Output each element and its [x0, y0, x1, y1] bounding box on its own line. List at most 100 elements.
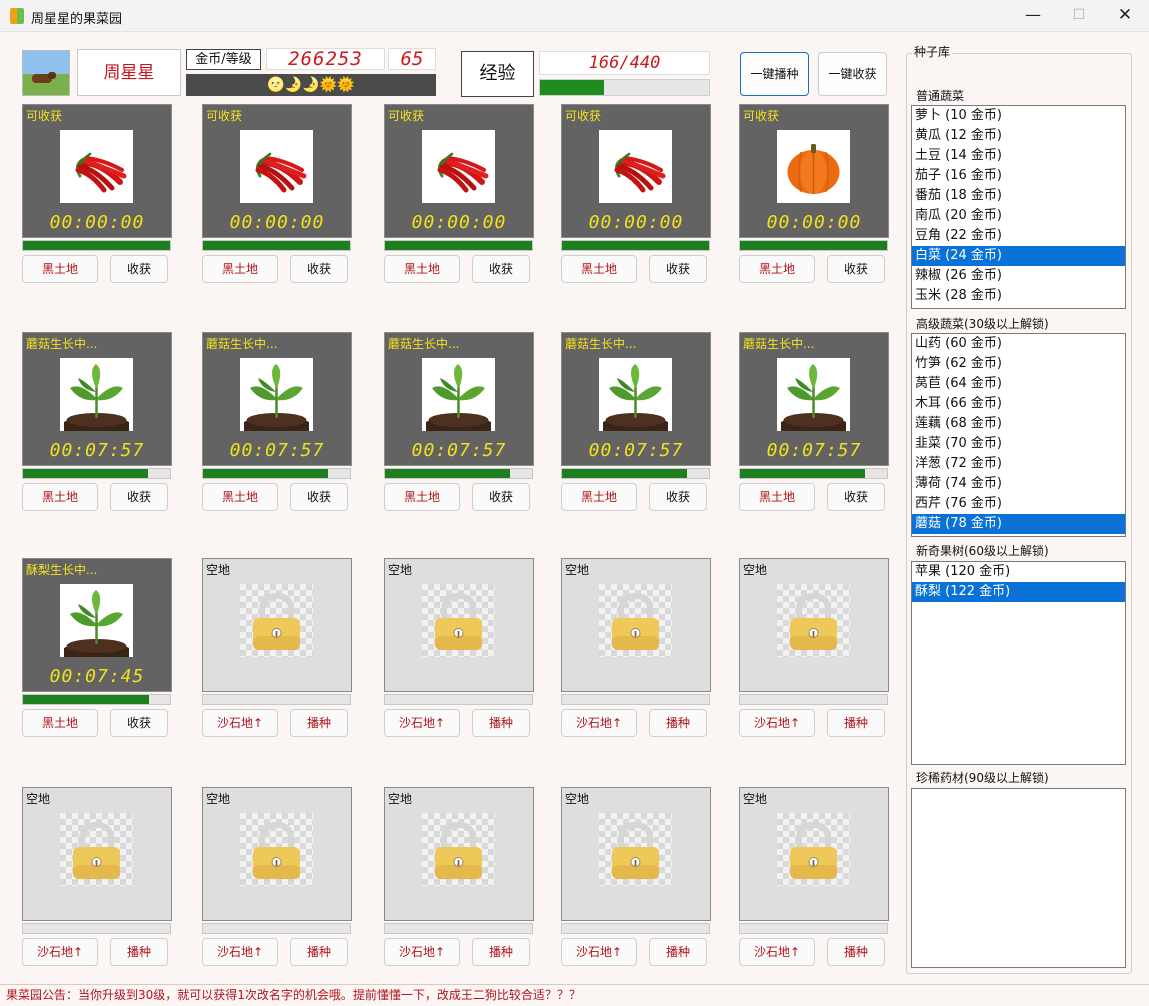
- soil-type-button[interactable]: 黑土地: [561, 255, 637, 283]
- farm-plot[interactable]: 空地: [561, 787, 711, 921]
- plant-button[interactable]: 播种: [110, 938, 168, 966]
- seed-item[interactable]: 南瓜 (20 金币): [912, 206, 1125, 226]
- farm-plot[interactable]: 可收获 00:00:00: [739, 104, 889, 238]
- plant-button[interactable]: 播种: [827, 938, 885, 966]
- soil-type-button[interactable]: 黑土地: [202, 255, 278, 283]
- plant-button[interactable]: 播种: [472, 938, 530, 966]
- plot-crop-image: [599, 130, 672, 203]
- farm-plot[interactable]: 蘑菇生长中... 00:07:57: [384, 332, 534, 466]
- harvest-button[interactable]: 收获: [290, 483, 348, 511]
- soil-type-button[interactable]: 沙石地↑: [739, 709, 815, 737]
- farm-plot[interactable]: 空地: [561, 558, 711, 692]
- soil-type-button[interactable]: 黑土地: [739, 483, 815, 511]
- plot-progress-bar: [739, 923, 888, 934]
- farm-plot[interactable]: 可收获 00:00:00: [384, 104, 534, 238]
- soil-type-button[interactable]: 沙石地↑: [202, 938, 278, 966]
- soil-type-button[interactable]: 黑土地: [22, 709, 98, 737]
- farm-plot[interactable]: 空地: [384, 558, 534, 692]
- soil-type-button[interactable]: 黑土地: [22, 483, 98, 511]
- harvest-button[interactable]: 收获: [290, 255, 348, 283]
- plant-button[interactable]: 播种: [290, 709, 348, 737]
- farm-plot[interactable]: 空地: [202, 558, 352, 692]
- harvest-button[interactable]: 收获: [649, 483, 707, 511]
- soil-type-button[interactable]: 沙石地↑: [561, 938, 637, 966]
- seed-item[interactable]: 玉米 (28 金币): [912, 286, 1125, 306]
- plant-button[interactable]: 播种: [649, 938, 707, 966]
- plot-status: 空地: [565, 563, 590, 577]
- harvest-button[interactable]: 收获: [472, 483, 530, 511]
- farm-plot[interactable]: 空地: [384, 787, 534, 921]
- soil-type-button[interactable]: 沙石地↑: [202, 709, 278, 737]
- seed-item[interactable]: 豆角 (22 金币): [912, 226, 1125, 246]
- plant-button[interactable]: 播种: [290, 938, 348, 966]
- seed-item[interactable]: 莲藕 (68 金币): [912, 414, 1125, 434]
- chili-image: [437, 152, 489, 193]
- harvest-button[interactable]: 收获: [110, 255, 168, 283]
- plot-progress-fill: [385, 241, 532, 250]
- harvest-button[interactable]: 收获: [827, 255, 885, 283]
- plot-timer: 00:07:57: [411, 440, 507, 461]
- seed-item[interactable]: 洋葱 (72 金币): [912, 454, 1125, 474]
- minimize-button[interactable]: —: [1010, 0, 1056, 32]
- plant-button[interactable]: 播种: [649, 709, 707, 737]
- soil-type-button[interactable]: 沙石地↑: [22, 938, 98, 966]
- seed-item[interactable]: 蘑菇 (78 金币): [912, 514, 1125, 534]
- lock-image: [435, 821, 482, 879]
- seed-item[interactable]: 酥梨 (122 金币): [912, 582, 1125, 602]
- seed-item[interactable]: 萝卜 (10 金币): [912, 106, 1125, 126]
- seed-item[interactable]: 木耳 (66 金币): [912, 394, 1125, 414]
- maximize-button[interactable]: ☐: [1056, 0, 1102, 32]
- soil-type-button[interactable]: 沙石地↑: [739, 938, 815, 966]
- soil-type-button[interactable]: 黑土地: [561, 483, 637, 511]
- seed-item[interactable]: 苹果 (120 金币): [912, 562, 1125, 582]
- soil-type-button[interactable]: 沙石地↑: [384, 709, 460, 737]
- seed-item[interactable]: 黄瓜 (12 金币): [912, 126, 1125, 146]
- harvest-all-button[interactable]: 一键收获: [818, 52, 887, 96]
- farm-plot[interactable]: 蘑菇生长中... 00:07:57: [739, 332, 889, 466]
- farm-plot[interactable]: 空地: [22, 787, 172, 921]
- plot-timer: 00:07:57: [229, 440, 325, 461]
- harvest-button[interactable]: 收获: [649, 255, 707, 283]
- harvest-button[interactable]: 收获: [827, 483, 885, 511]
- seed-item[interactable]: 白菜 (24 金币): [912, 246, 1125, 266]
- seed-item[interactable]: 竹笋 (62 金币): [912, 354, 1125, 374]
- harvest-button[interactable]: 收获: [110, 483, 168, 511]
- seed-list-advanced: 山药 (60 金币) 竹笋 (62 金币) 莴苣 (64 金币) 木耳 (66 金币)…: [911, 333, 1126, 537]
- soil-type-button[interactable]: 黑土地: [22, 255, 98, 283]
- farm-plot[interactable]: 蘑菇生长中... 00:07:57: [202, 332, 352, 466]
- seed-item[interactable]: 西芹 (76 金币): [912, 494, 1125, 514]
- soil-type-button[interactable]: 沙石地↑: [561, 709, 637, 737]
- soil-type-button[interactable]: 黑土地: [384, 483, 460, 511]
- plot-crop-image: [422, 813, 495, 886]
- harvest-button[interactable]: 收获: [110, 709, 168, 737]
- seed-item[interactable]: 辣椒 (26 金币): [912, 266, 1125, 286]
- seed-item[interactable]: 韭菜 (70 金币): [912, 434, 1125, 454]
- plot-progress-bar: [739, 240, 888, 251]
- farm-plot[interactable]: 空地: [739, 558, 889, 692]
- soil-type-button[interactable]: 黑土地: [384, 255, 460, 283]
- weather-strip: 🌝🌛🌛🌞🌞: [186, 74, 436, 96]
- plant-button[interactable]: 播种: [827, 709, 885, 737]
- seed-item[interactable]: 土豆 (14 金币): [912, 146, 1125, 166]
- seed-item[interactable]: 薄荷 (74 金币): [912, 474, 1125, 494]
- soil-type-button[interactable]: 黑土地: [202, 483, 278, 511]
- plant-all-button[interactable]: 一键播种: [740, 52, 809, 96]
- farm-plot[interactable]: 酥梨生长中... 00:07:45: [22, 558, 172, 692]
- farm-plot[interactable]: 蘑菇生长中... 00:07:57: [561, 332, 711, 466]
- farm-plot[interactable]: 空地: [739, 787, 889, 921]
- soil-type-button[interactable]: 黑土地: [739, 255, 815, 283]
- farm-plot[interactable]: 可收获 00:00:00: [202, 104, 352, 238]
- plot-progress-bar: [384, 240, 533, 251]
- plant-button[interactable]: 播种: [472, 709, 530, 737]
- farm-plot[interactable]: 可收获 00:00:00: [22, 104, 172, 238]
- farm-plot[interactable]: 可收获 00:00:00: [561, 104, 711, 238]
- soil-type-button[interactable]: 沙石地↑: [384, 938, 460, 966]
- harvest-button[interactable]: 收获: [472, 255, 530, 283]
- seed-item[interactable]: 茄子 (16 金币): [912, 166, 1125, 186]
- farm-plot[interactable]: 空地: [202, 787, 352, 921]
- seed-item[interactable]: 番茄 (18 金币): [912, 186, 1125, 206]
- seed-item[interactable]: 山药 (60 金币): [912, 334, 1125, 354]
- seed-item[interactable]: 莴苣 (64 金币): [912, 374, 1125, 394]
- farm-plot[interactable]: 蘑菇生长中... 00:07:57: [22, 332, 172, 466]
- close-button[interactable]: ✕: [1102, 0, 1148, 32]
